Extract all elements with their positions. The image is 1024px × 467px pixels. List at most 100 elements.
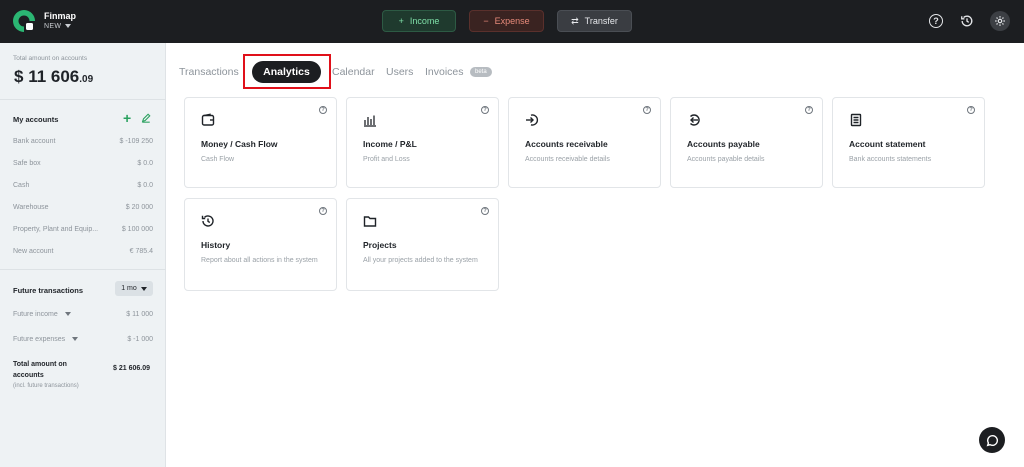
card-title: History <box>201 240 231 250</box>
brand-name[interactable]: Finmap <box>44 11 76 21</box>
future-income-row[interactable]: Future income $ 11 000 <box>13 311 153 318</box>
bar-chart-icon <box>364 115 376 127</box>
history-icon[interactable] <box>958 12 976 30</box>
expense-button[interactable]: − Expense <box>469 10 544 32</box>
card-title: Income / P&L <box>363 139 417 149</box>
divider <box>0 269 166 270</box>
account-balance: $ 0.0 <box>137 182 153 189</box>
arrow-in-icon <box>526 114 539 126</box>
report-card-accounts-payable[interactable]: ? Accounts payable Accounts payable deta… <box>670 97 823 188</box>
plus-icon: + <box>398 16 404 26</box>
account-name: New account <box>13 248 54 255</box>
document-icon <box>850 113 862 127</box>
card-description: Accounts payable details <box>687 156 765 163</box>
account-balance: $ 0.0 <box>137 160 153 167</box>
account-row[interactable]: Property, Plant and Equip... $ 100 000 <box>13 226 153 238</box>
future-income-label: Future income <box>13 311 58 318</box>
card-title: Projects <box>363 240 397 250</box>
account-balance: $ 100 000 <box>121 226 153 233</box>
future-period-select[interactable]: 1 mo <box>115 281 153 296</box>
folder-icon <box>363 216 377 227</box>
transfer-button-label: Transfer <box>584 16 618 26</box>
help-icon[interactable]: ? <box>967 106 975 114</box>
grand-total-note: (incl. future transactions) <box>13 383 79 389</box>
account-name: Warehouse <box>13 204 49 211</box>
add-account-icon[interactable]: + <box>123 110 131 126</box>
help-icon[interactable]: ? <box>319 207 327 215</box>
report-card-account-statement[interactable]: ? Account statement Bank accounts statem… <box>832 97 985 188</box>
card-description: All your projects added to the system <box>363 257 478 264</box>
total-amount-cents: .09 <box>79 74 94 85</box>
help-icon[interactable]: ? <box>319 106 327 114</box>
card-description: Accounts receivable details <box>525 156 610 163</box>
account-row[interactable]: Bank account $ -109 250 <box>13 138 153 150</box>
grand-total-value: $ 21 606.09 <box>113 365 150 372</box>
transfer-icon: ⇄ <box>571 15 579 26</box>
card-description: Report about all actions in the system <box>201 257 318 264</box>
help-icon[interactable]: ? <box>481 207 489 215</box>
card-description: Bank accounts statements <box>849 156 932 163</box>
future-expenses-row[interactable]: Future expenses $ -1 000 <box>13 336 153 343</box>
transfer-button[interactable]: ⇄ Transfer <box>557 10 632 32</box>
chevron-down-icon <box>64 312 71 317</box>
future-expenses-value: $ -1 000 <box>127 336 153 343</box>
sidebar: Total amount on accounts $ 11 606.09 My … <box>0 43 166 467</box>
account-row[interactable]: Warehouse $ 20 000 <box>13 204 153 216</box>
account-balance: € 785.4 <box>129 248 153 255</box>
card-title: Money / Cash Flow <box>201 139 278 149</box>
account-name: Property, Plant and Equip... <box>13 226 99 233</box>
account-row[interactable]: Safe box $ 0.0 <box>13 160 153 172</box>
account-balance: $ -109 250 <box>119 138 153 145</box>
workspace-name: NEW <box>44 23 62 30</box>
report-card-projects[interactable]: ? Projects All your projects added to th… <box>346 198 499 291</box>
income-button[interactable]: + Income <box>382 10 456 32</box>
tab-invoices[interactable]: Invoices <box>425 66 464 78</box>
chevron-down-icon <box>140 286 147 291</box>
history-icon <box>201 215 214 227</box>
report-card-history[interactable]: ? History Report about all actions in th… <box>184 198 337 291</box>
tab-users[interactable]: Users <box>386 66 413 78</box>
total-amount-value: $ 11 606.09 <box>14 67 93 87</box>
chat-bubble-icon <box>986 434 998 446</box>
finmap-logo-icon[interactable] <box>12 9 36 33</box>
account-row[interactable]: Cash $ 0.0 <box>13 182 153 194</box>
chevron-down-icon <box>72 337 79 342</box>
future-expenses-label: Future expenses <box>13 336 66 343</box>
help-icon[interactable]: ? <box>929 14 943 28</box>
total-amount-label: Total amount on accounts <box>13 55 88 62</box>
divider <box>0 99 166 100</box>
report-card-accounts-receivable[interactable]: ? Accounts receivable Accounts receivabl… <box>508 97 661 188</box>
chevron-down-icon <box>65 24 72 29</box>
arrow-out-icon <box>690 114 700 126</box>
chat-button[interactable] <box>979 427 1005 453</box>
account-balance: $ 20 000 <box>125 204 153 211</box>
future-income-value: $ 11 000 <box>126 311 153 318</box>
card-title: Accounts receivable <box>525 139 608 149</box>
report-card-income-pl[interactable]: ? Income / P&L Profit and Loss <box>346 97 499 188</box>
workspace-selector[interactable]: NEW <box>44 23 72 30</box>
help-icon[interactable]: ? <box>805 106 813 114</box>
account-name: Safe box <box>13 160 41 167</box>
help-icon[interactable]: ? <box>481 106 489 114</box>
top-bar: Finmap NEW + Income − Expense ⇄ Transfer… <box>0 0 1024 43</box>
my-accounts-title: My accounts <box>13 115 59 124</box>
card-description: Profit and Loss <box>363 156 410 163</box>
highlight-box <box>243 54 331 89</box>
wallet-icon <box>201 113 215 126</box>
report-card-cash-flow[interactable]: ? Money / Cash Flow Cash Flow <box>184 97 337 188</box>
future-period-value: 1 mo <box>121 285 137 292</box>
grand-total-label: Total amount on accounts <box>13 361 67 379</box>
beta-badge: beta <box>470 67 492 77</box>
tab-transactions[interactable]: Transactions <box>179 66 239 78</box>
future-transactions-title: Future transactions <box>13 286 84 295</box>
account-row[interactable]: New account € 785.4 <box>13 248 153 260</box>
tab-calendar[interactable]: Calendar <box>332 66 375 78</box>
account-name: Bank account <box>13 138 56 145</box>
help-icon[interactable]: ? <box>643 106 651 114</box>
edit-icon[interactable] <box>141 113 151 123</box>
income-button-label: Income <box>409 16 440 26</box>
card-title: Accounts payable <box>687 139 760 149</box>
card-description: Cash Flow <box>201 156 235 163</box>
gear-icon[interactable] <box>990 11 1010 31</box>
account-name: Cash <box>13 182 30 189</box>
